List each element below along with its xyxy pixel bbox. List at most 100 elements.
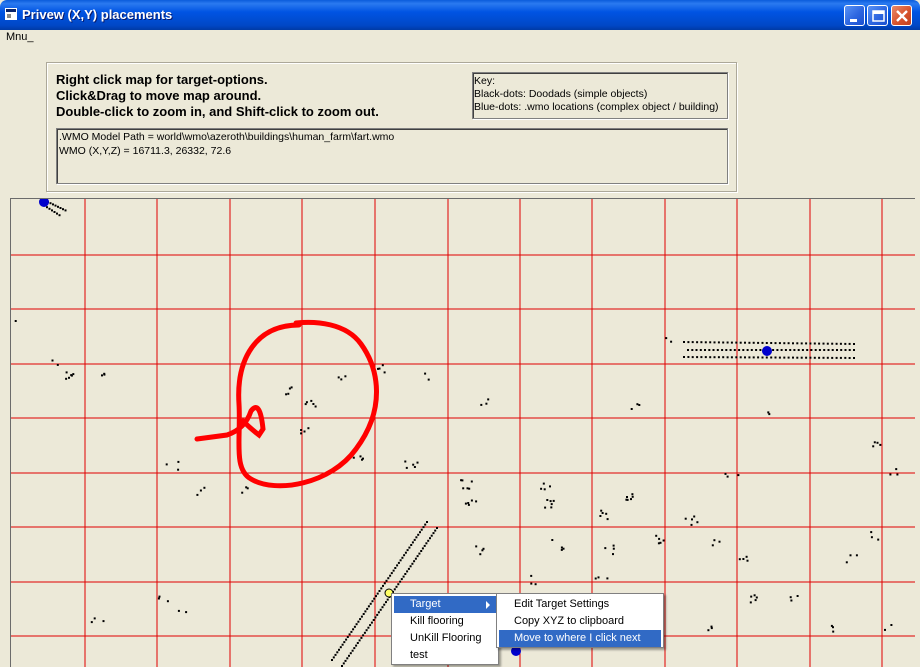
doodad-dot [383, 582, 386, 585]
doodad-dot [355, 644, 358, 647]
doodad-dot [749, 601, 752, 604]
doodad-dot [742, 558, 745, 560]
doodad-dot [196, 493, 199, 496]
doodad-dot [334, 653, 337, 656]
doodad-dot [346, 636, 349, 638]
doodad-dot [742, 349, 745, 351]
doodad-dot [665, 337, 668, 340]
doodad-dot [56, 363, 59, 366]
wmo-dot [39, 199, 49, 207]
doodad-dot [597, 576, 600, 579]
doodad-dot [737, 474, 740, 477]
doodad-dot [158, 595, 161, 598]
doodad-dot [704, 349, 706, 351]
doodad-dot [704, 341, 707, 344]
doodad-dot [418, 552, 421, 555]
doodad-dot [287, 392, 290, 395]
menu-item-edit-target-settings[interactable]: Edit Target Settings [499, 596, 661, 613]
doodad-dot [58, 214, 61, 217]
doodad-dot [399, 559, 402, 562]
doodad-dot [470, 499, 473, 502]
menu-item-label: Target [410, 598, 441, 610]
doodad-dot [68, 376, 70, 379]
doodad-dot [717, 356, 720, 359]
doodad-dot [415, 536, 418, 539]
doodad-dot [389, 574, 392, 577]
doodad-dot [340, 378, 343, 381]
doodad-dot [353, 625, 356, 628]
doodad-dot [51, 209, 53, 212]
doodad-dot [411, 562, 414, 565]
doodad-dot [550, 506, 553, 509]
doodad-dot [755, 349, 758, 351]
doodad-dot [801, 349, 804, 351]
doodad-dot [839, 342, 842, 345]
doodad-dot [386, 598, 389, 601]
maximize-button[interactable] [867, 5, 888, 26]
menu-item-copy-xyz[interactable]: Copy XYZ to clipboard [499, 613, 661, 630]
doodad-dot [659, 541, 662, 544]
doodad-dot [735, 341, 738, 344]
doodad-dot [462, 487, 465, 490]
menu-item-test[interactable]: test [394, 647, 496, 664]
doodad-dot [840, 349, 843, 351]
doodad-dot [300, 432, 303, 435]
menu-item-move-to-click[interactable]: Move to where I click next [499, 630, 661, 647]
doodad-dot [600, 509, 603, 512]
doodad-dot [778, 342, 781, 345]
doodad-dot [560, 546, 563, 549]
doodad-dot [54, 204, 57, 207]
doodad-dot [307, 427, 310, 430]
doodad-dot [831, 356, 834, 359]
doodad-dot [696, 341, 699, 344]
doodad-dot [185, 611, 188, 614]
app-icon [5, 8, 17, 20]
title-bar[interactable]: Privew (X,Y) placements [0, 0, 920, 30]
doodad-dot [713, 539, 716, 542]
instruction-line: Double-click to zoom in, and Shift-click… [56, 104, 379, 119]
doodad-dot [848, 349, 851, 351]
doodad-dot [402, 575, 405, 578]
doodad-dot [338, 648, 340, 651]
doodad-dot [739, 356, 742, 359]
doodad-dot [721, 349, 724, 351]
doodad-dot [362, 613, 365, 615]
doodad-dot [157, 597, 160, 600]
menu-item-kill-flooring[interactable]: Kill flooring [394, 613, 496, 630]
close-button[interactable] [891, 5, 912, 26]
doodad-dot [712, 349, 715, 351]
doodad-dot [373, 597, 376, 600]
doodad-dot [377, 367, 379, 370]
doodad-dot [331, 659, 333, 661]
doodad-dot [696, 521, 699, 524]
menu-item-mnu[interactable]: Mnu_ [6, 31, 34, 43]
doodad-dot [404, 551, 407, 554]
minimize-button[interactable] [844, 5, 865, 26]
doodad-dot [800, 356, 803, 359]
wmo-dots [39, 199, 772, 656]
doodad-dot [884, 628, 886, 631]
doodad-dot [551, 539, 554, 541]
doodad-dot [336, 651, 339, 654]
doodad-dot [482, 547, 485, 550]
doodad-dot [404, 573, 407, 575]
menu-item-target[interactable]: Target [394, 596, 496, 613]
doodad-dot [362, 634, 365, 637]
doodad-dot [392, 569, 395, 572]
doodad-dot [365, 629, 368, 632]
doodad-dot [53, 211, 56, 213]
doodad-dot [796, 356, 799, 359]
doodad-dot [374, 616, 377, 619]
doodad-dot [341, 643, 344, 646]
doodad-dot [700, 356, 703, 359]
menu-item-unkill-flooring[interactable]: UnKill Flooring [394, 630, 496, 647]
menu-item-label: Edit Target Settings [514, 598, 610, 610]
doodad-dot [831, 349, 834, 351]
doodad-dot [369, 602, 372, 605]
key-title: Key: [474, 75, 496, 87]
doodad-dot [722, 341, 725, 344]
doodad-dot [814, 349, 817, 351]
wmo-coords-text: WMO (X,Y,Z) = 16711.3, 26332, 72.6 [59, 145, 232, 157]
doodad-dot [704, 356, 707, 359]
doodad-dot [655, 534, 658, 537]
